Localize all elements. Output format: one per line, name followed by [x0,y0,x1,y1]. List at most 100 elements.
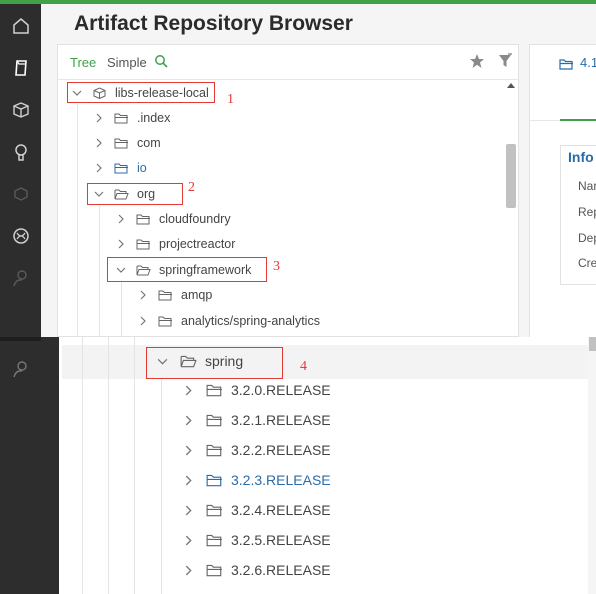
tree-node-version[interactable]: 3.2.0.RELEASE [183,377,331,403]
sidebar-item-admin[interactable] [0,349,41,389]
folder-icon [114,113,128,124]
sidebar-item-distribution[interactable] [0,216,41,256]
search-bulb-icon [14,144,27,161]
details-header-title: 4.1 [580,55,596,70]
sidebar-extension [41,337,59,594]
folder-icon [158,290,172,301]
tree-node-version[interactable]: 3.2.6.RELEASE [183,557,331,583]
annotation-marker-2: 2 [188,180,195,195]
info-section-title: Info [568,149,594,165]
artifacts-icon [14,60,27,76]
tree-node-label: 3.2.5.RELEASE [231,532,331,548]
tree-node-projectreactor[interactable]: projectreactor [116,233,235,255]
active-tab-indicator [560,119,596,121]
tree-guide-line [99,206,100,337]
scroll-up-arrow-icon[interactable] [507,83,515,88]
info-label-repository: Rep [578,205,596,219]
tree-node-label: com [137,136,161,150]
sidebar-item-artifacts[interactable] [0,48,41,88]
tree-node-version[interactable]: 3.2.3.RELEASE [183,467,331,493]
star-icon[interactable] [469,53,485,69]
sidebar-divider [0,337,41,341]
folder-icon [206,504,222,517]
folder-icon [559,59,573,70]
annotation-box-1 [67,82,215,103]
tree-node-version[interactable]: 3.2.4.RELEASE [183,497,331,523]
info-label-created: Cre [578,256,596,270]
chevron-right-icon[interactable] [116,214,126,224]
sidebar-nav [0,4,41,594]
scroll-thumb[interactable] [589,337,596,351]
scroll-thumb[interactable] [506,144,516,208]
sidebar-item-packages[interactable] [0,90,41,130]
tab-simple[interactable]: Simple [107,55,147,70]
tree-guide-line [77,104,78,337]
builds-icon [13,187,28,201]
tree-node-label: 3.2.6.RELEASE [231,562,331,578]
tree-scrollbar[interactable] [504,80,518,337]
folder-icon [158,316,172,327]
filter-icon[interactable] [497,53,513,69]
packages-icon [12,102,29,118]
chevron-right-icon[interactable] [138,316,148,326]
tree-node-index[interactable]: .index [94,107,170,129]
info-label-deployed: Dep [578,231,596,245]
sidebar-item-home[interactable] [0,6,41,46]
folder-icon [114,138,128,149]
tree-node-label: .index [137,111,171,125]
page-title: Artifact Repository Browser [74,12,353,35]
chevron-right-icon[interactable] [183,385,194,396]
chevron-right-icon[interactable] [183,535,194,546]
tree-guide-line [134,337,135,594]
user-icon [12,270,27,287]
folder-icon [114,163,128,174]
tree-guide-line [82,337,83,594]
tree-node-version[interactable]: 3.2.1.RELEASE [183,407,331,433]
chevron-right-icon[interactable] [94,113,104,123]
tree-node-amqp[interactable]: amqp [138,284,212,306]
tree-node-label: io [137,161,147,175]
info-section: Info Nar Rep Dep Cre [560,145,596,285]
tree-node-label: 3.2.1.RELEASE [231,412,331,428]
details-panel: 4.1 Info Nar Rep Dep Cre [529,44,596,337]
tree-panel-header: Tree Simple [58,45,518,80]
annotation-box-3 [107,257,267,282]
tab-tree[interactable]: Tree [70,55,96,70]
zoom-scrollbar[interactable] [588,337,596,594]
info-label-name: Nar [578,179,596,193]
chevron-right-icon[interactable] [183,445,194,456]
tree-node-version[interactable]: 3.2.5.RELEASE [183,527,331,553]
tree-node-cloudfoundry[interactable]: cloudfoundry [116,208,231,230]
tree-node-analytics[interactable]: analytics/spring-analytics [138,310,320,332]
folder-icon [206,384,222,397]
tree-node-com[interactable]: com [94,132,161,154]
chevron-right-icon[interactable] [94,138,104,148]
tree-guide-line [121,282,122,337]
tree-guide-line [161,378,162,594]
tree-node-label: amqp [181,288,213,302]
annotation-marker-1: 1 [227,92,234,107]
home-icon [12,18,29,34]
annotation-marker-4: 4 [300,359,307,374]
sidebar-item-search[interactable] [0,132,41,172]
search-icon[interactable] [154,54,168,68]
tree-node-label: analytics/spring-analytics [181,314,320,328]
chevron-right-icon[interactable] [183,415,194,426]
tree-node-label: 3.2.2.RELEASE [231,442,331,458]
chevron-right-icon[interactable] [116,239,126,249]
tree-node-label: 3.2.0.RELEASE [231,382,331,398]
chevron-right-icon[interactable] [138,290,148,300]
chevron-right-icon[interactable] [183,505,194,516]
tree-node-io[interactable]: io [94,157,147,179]
chevron-right-icon[interactable] [94,163,104,173]
sidebar-item-user[interactable] [0,258,41,298]
tree-node-version[interactable]: 3.2.2.RELEASE [183,437,331,463]
chevron-right-icon[interactable] [183,475,194,486]
chevron-right-icon[interactable] [183,565,194,576]
sidebar-item-builds[interactable] [0,174,41,214]
tree-node-label: 3.2.4.RELEASE [231,502,331,518]
admin-user-icon [12,361,27,378]
tree-node-label: cloudfoundry [159,212,231,226]
selected-row-highlight [62,345,588,379]
tree-node-label: projectreactor [159,237,236,251]
